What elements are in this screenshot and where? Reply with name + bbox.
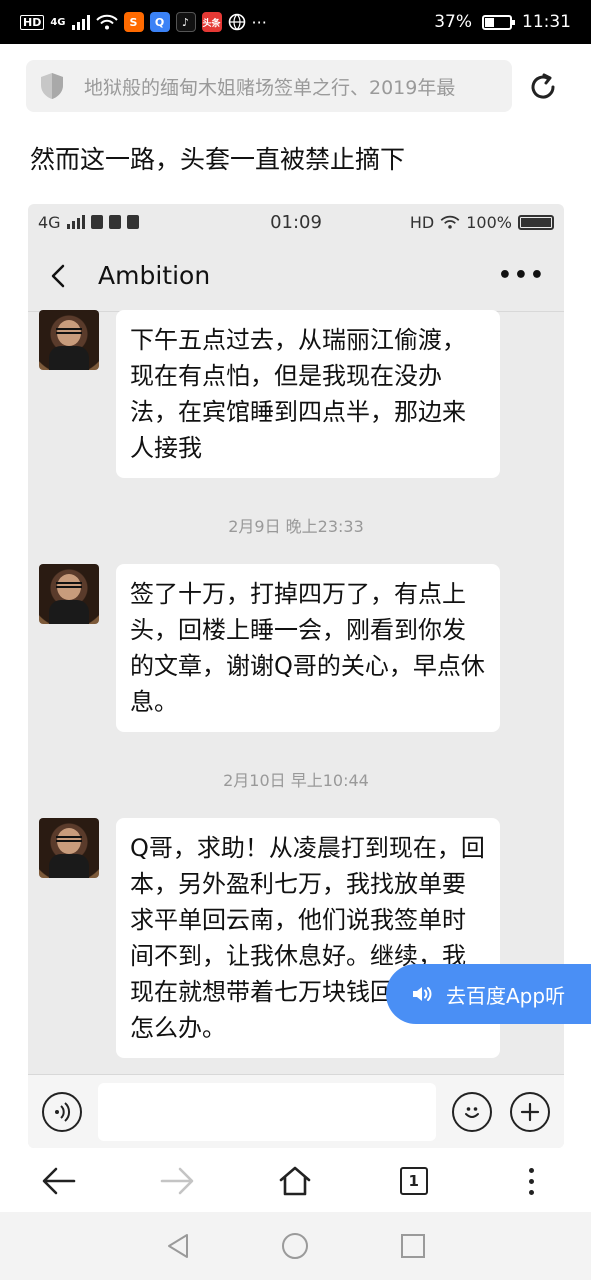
speaker-icon	[413, 987, 432, 1001]
clipboard-icon	[90, 215, 103, 229]
address-bar[interactable]: 地狱般的缅甸木姐赌场签单之行、2019年最	[26, 60, 512, 112]
chat-clock: 01:09	[270, 211, 322, 233]
emoji-icon	[452, 1091, 492, 1132]
address-bar-title: 地狱般的缅甸木姐赌场签单之行、2019年最	[84, 76, 456, 99]
menu-dots-icon	[529, 1167, 535, 1195]
menu-button[interactable]	[512, 1161, 552, 1201]
globe-icon	[228, 13, 245, 31]
network-label: 4G	[50, 16, 66, 28]
more-options-icon: •••	[497, 263, 546, 288]
chat-signal-icon	[66, 215, 85, 229]
avatar	[39, 818, 99, 878]
nav-home-icon[interactable]	[281, 1232, 309, 1260]
toutiao-icon: 头条	[201, 12, 222, 32]
clock: 11:31	[522, 12, 571, 32]
listen-button-label: 去百度App听	[446, 983, 566, 1008]
avatar	[39, 310, 99, 370]
avatar	[39, 564, 99, 624]
battery-percent: 37%	[434, 12, 472, 32]
system-navigation-bar	[0, 1212, 591, 1280]
message-bubble: 签了十万，打掉四万了，有点上头，回楼上睡一会，刚看到你发的文章，谢谢Q哥的关心，…	[116, 564, 500, 732]
taobao-icon: S	[123, 12, 144, 32]
system-status-bar: HD 4G S Q ♪ 头条 ··· 37% 11:31	[0, 0, 591, 44]
chat-hd-label: HD	[409, 212, 435, 232]
nav-back-icon[interactable]	[165, 1232, 191, 1260]
browser-address-area: 地狱般的缅甸木姐赌场签单之行、2019年最	[0, 44, 591, 126]
chat-network-label: 4G	[38, 212, 61, 232]
shield-icon	[41, 73, 63, 99]
browser-toolbar: 1	[0, 1150, 591, 1212]
chat-wifi-icon	[440, 215, 460, 229]
message-bubble: 下午五点过去，从瑞丽江偷渡，现在有点怕，但是我现在没办法，在宾馆睡到四点半，那边…	[116, 310, 500, 478]
mail-icon	[126, 215, 139, 229]
back-button[interactable]	[39, 1161, 79, 1201]
plus-icon	[510, 1091, 550, 1132]
home-button[interactable]	[275, 1161, 315, 1201]
forward-arrow-icon	[160, 1167, 194, 1195]
tabs-button[interactable]: 1	[394, 1161, 434, 1201]
tab-count: 1	[399, 1167, 428, 1195]
chat-timestamp: 2月10日 早上10:44	[223, 771, 369, 790]
chat-status-bar: 4G 01:09 HD 100%	[28, 204, 564, 240]
chat-header: Ambition •••	[28, 240, 564, 312]
status-right: 37% 11:31	[434, 12, 571, 32]
chat-input-bar	[28, 1074, 564, 1148]
signal-icon	[71, 14, 90, 30]
forward-button[interactable]	[157, 1161, 197, 1201]
wifi-icon	[95, 14, 118, 30]
chat-timestamp: 2月9日 晚上23:33	[228, 517, 364, 536]
chat-battery-icon	[518, 214, 554, 230]
printer-icon	[108, 215, 121, 229]
nav-recents-icon[interactable]	[400, 1233, 426, 1259]
back-arrow-icon	[51, 264, 65, 287]
douyin-icon: ♪	[175, 12, 196, 32]
back-arrow-icon	[42, 1167, 76, 1195]
chat-battery-percent: 100%	[466, 212, 512, 232]
chat-contact-name: Ambition	[98, 261, 211, 290]
battery-icon	[482, 14, 515, 30]
listen-in-baidu-app-button[interactable]: 去百度App听	[386, 964, 591, 1024]
hd-icon: HD	[20, 14, 45, 30]
chat-text-input	[98, 1082, 436, 1141]
refresh-icon[interactable]	[527, 71, 559, 103]
baidu-app-icon: Q	[149, 12, 170, 32]
more-notifications-icon: ···	[251, 12, 267, 32]
home-icon	[280, 1166, 311, 1196]
status-left: HD 4G S Q ♪ 头条 ···	[20, 12, 434, 32]
article-paragraph: 然而这一路，头套一直被禁止摘下	[30, 145, 406, 174]
voice-input-icon	[42, 1091, 82, 1132]
